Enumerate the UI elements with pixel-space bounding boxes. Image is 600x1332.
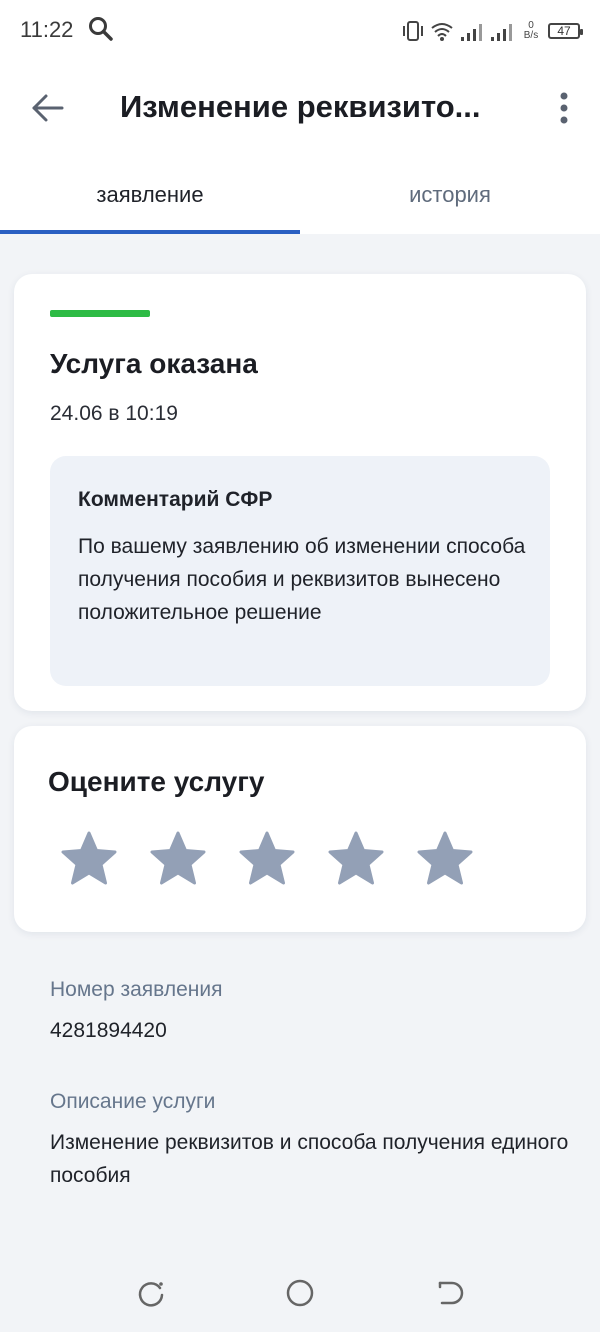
application-number-value: 4281894420 (50, 1019, 167, 1042)
more-vertical-icon[interactable] (552, 90, 576, 126)
star-icon[interactable] (327, 830, 385, 888)
recents-icon[interactable] (136, 1278, 166, 1308)
net-speed: 0 B/s (520, 21, 542, 41)
star-icon[interactable] (149, 830, 207, 888)
status-title: Услуга оказана (50, 348, 258, 379)
status-card: Услуга оказана 24.06 в 10:19 Комментарий… (14, 274, 586, 711)
system-nav-bar (0, 1250, 600, 1332)
comment-title: Комментарий СФР (78, 488, 273, 511)
vibrate-icon (403, 21, 423, 41)
star-icon[interactable] (238, 830, 296, 888)
home-icon[interactable] (285, 1278, 315, 1308)
rating-title: Оцените услугу (48, 766, 265, 797)
search-icon (89, 17, 113, 41)
tab-history[interactable]: история (300, 156, 600, 234)
battery-icon: 47 (548, 23, 583, 39)
application-number-label: Номер заявления (50, 978, 223, 1001)
comment-box: Комментарий СФР По вашему заявлению об и… (50, 456, 550, 686)
rating-card: Оцените услугу (14, 726, 586, 932)
star-icon[interactable] (60, 830, 118, 888)
back-arrow-icon[interactable] (30, 90, 66, 126)
star-icon[interactable] (416, 830, 474, 888)
status-date: 24.06 в 10:19 (50, 402, 178, 425)
battery-level: 47 (557, 24, 571, 38)
tab-indicator (0, 230, 300, 234)
service-description-label: Описание услуги (50, 1090, 216, 1113)
back-nav-icon[interactable] (436, 1278, 466, 1308)
rating-stars (60, 830, 474, 888)
status-bar: 11:22 0 B/s 47 (0, 0, 600, 62)
signal-icon (491, 24, 512, 41)
app-bar: Изменение реквизито... (0, 62, 600, 156)
comment-text: По вашему заявлению об изменении способа… (78, 535, 526, 624)
net-speed-unit: B/s (523, 30, 539, 41)
tab-bar: заявление история (0, 156, 600, 234)
signal-icon (461, 24, 482, 41)
service-description-value: Изменение реквизитов и способа получения… (50, 1131, 569, 1187)
wifi-icon (431, 23, 453, 41)
tab-application[interactable]: заявление (0, 156, 300, 234)
page-title: Изменение реквизито... (120, 89, 481, 124)
status-time: 11:22 (20, 17, 74, 42)
status-indicator (50, 310, 150, 317)
